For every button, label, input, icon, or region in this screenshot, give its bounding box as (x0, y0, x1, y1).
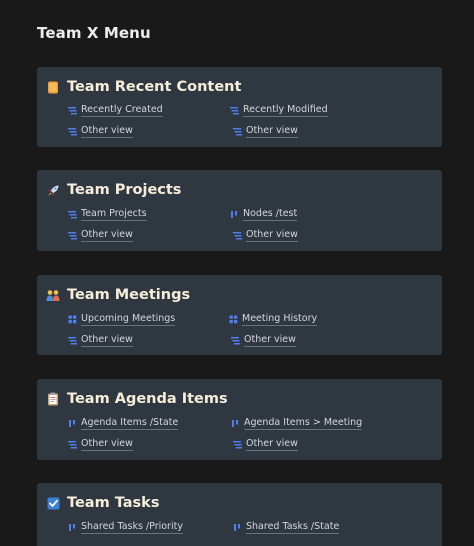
grid-view-icon (68, 315, 77, 323)
link-label: Shared Tasks /State (246, 520, 340, 534)
link-label: Other view (246, 228, 298, 242)
link-label: Recently Modified (243, 103, 328, 117)
link-label: Other view (81, 437, 133, 451)
list-view-icon (233, 231, 242, 239)
link-label: Upcoming Meetings (81, 312, 176, 326)
link-recently-modified[interactable]: Recently Modified (230, 103, 328, 117)
link-label: Other view (246, 124, 298, 138)
card-team-meetings: Team Meetings Upcoming Meetings Meeting … (37, 275, 442, 355)
link-other-view[interactable]: Other view (231, 333, 296, 347)
link-other-view[interactable]: Other view (68, 333, 133, 347)
card-header: Team Recent Content (46, 76, 241, 98)
link-team-projects[interactable]: Team Projects (68, 207, 147, 221)
list-view-icon (68, 127, 77, 135)
card-header: Team Meetings (46, 284, 190, 306)
board-view-icon (231, 210, 237, 218)
link-recently-created[interactable]: Recently Created (68, 103, 163, 117)
page-title: Team X Menu (37, 24, 151, 42)
board-view-icon (69, 419, 75, 427)
checkbox-icon (46, 496, 60, 510)
orange-book-icon (46, 80, 60, 94)
rocket-icon (46, 183, 60, 197)
link-label: Other view (246, 437, 298, 451)
card-title: Team Meetings (67, 287, 191, 303)
board-view-icon (232, 419, 238, 427)
link-label: Other view (81, 124, 133, 138)
link-other-view[interactable]: Other view (68, 124, 133, 138)
list-view-icon (231, 336, 240, 344)
card-header: Team Projects (46, 179, 181, 201)
board-view-icon (69, 523, 75, 531)
link-nodes-test[interactable]: Nodes /test (230, 207, 298, 221)
link-other-view[interactable]: Other view (233, 124, 298, 138)
page: Team X Menu Team Recent Content Recently… (0, 0, 474, 546)
people-icon (46, 288, 60, 302)
list-view-icon (68, 231, 77, 239)
link-other-view[interactable]: Other view (68, 228, 133, 242)
card-team-agenda-items: Team Agenda Items Agenda Items /State Ag… (37, 379, 442, 460)
link-agenda-items-state[interactable]: Agenda Items /State (68, 416, 179, 430)
card-team-projects: Team Projects Team Projects Nodes /test … (37, 170, 442, 251)
card-title: Team Agenda Items (67, 391, 228, 407)
link-other-view[interactable]: Other view (68, 437, 133, 451)
link-other-view[interactable]: Other view (233, 228, 298, 242)
link-label: Agenda Items /State (81, 416, 179, 430)
card-team-tasks: Team Tasks Shared Tasks /Priority Shared… (37, 483, 442, 546)
list-view-icon (233, 127, 242, 135)
grid-view-icon (229, 315, 238, 323)
link-label: Recently Created (81, 103, 163, 117)
card-title: Team Tasks (67, 495, 160, 511)
link-label: Shared Tasks /Priority (81, 520, 183, 534)
link-label: Team Projects (81, 207, 147, 221)
list-view-icon (68, 210, 77, 218)
board-view-icon (234, 523, 240, 531)
link-upcoming-meetings[interactable]: Upcoming Meetings (68, 312, 176, 326)
card-header: Team Agenda Items (46, 388, 228, 410)
link-label: Other view (81, 333, 133, 347)
card-team-recent-content: Team Recent Content Recently Created Rec… (37, 67, 442, 147)
list-view-icon (68, 440, 77, 448)
link-agenda-items-meeting[interactable]: Agenda Items > Meeting (231, 416, 363, 430)
link-label: Meeting History (242, 312, 318, 326)
link-shared-tasks-priority[interactable]: Shared Tasks /Priority (68, 520, 183, 534)
link-meeting-history[interactable]: Meeting History (229, 312, 318, 326)
link-label: Other view (244, 333, 296, 347)
card-title: Team Projects (67, 182, 182, 198)
link-shared-tasks-state[interactable]: Shared Tasks /State (233, 520, 340, 534)
link-label: Other view (81, 228, 133, 242)
list-view-icon (68, 336, 77, 344)
link-label: Agenda Items > Meeting (244, 416, 363, 430)
list-view-icon (68, 106, 77, 114)
card-title: Team Recent Content (67, 79, 242, 95)
link-other-view[interactable]: Other view (233, 437, 298, 451)
link-label: Nodes /test (243, 207, 298, 221)
list-view-icon (230, 106, 239, 114)
card-header: Team Tasks (46, 492, 159, 514)
clipboard-icon (46, 392, 60, 406)
list-view-icon (233, 440, 242, 448)
